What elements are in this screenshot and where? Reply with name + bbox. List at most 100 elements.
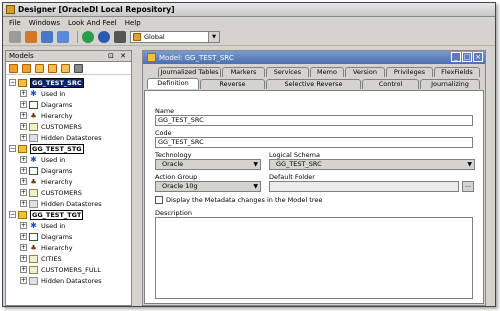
tab-selective-reverse[interactable]: Selective Reverse (266, 79, 361, 89)
technology-select[interactable]: Oracle ▼ (155, 159, 261, 170)
tree-item[interactable]: + ✱ Used in (20, 154, 65, 165)
expand-icon[interactable]: + (20, 178, 27, 185)
maximize-icon[interactable]: □ (462, 52, 472, 62)
expand-icon[interactable]: + (20, 244, 27, 251)
operator-icon[interactable] (57, 31, 69, 43)
insert-model-icon[interactable] (22, 63, 31, 73)
insert-diagram-icon[interactable] (48, 63, 57, 73)
datastore-icon (29, 265, 38, 274)
refresh-icon[interactable] (82, 31, 94, 43)
minimize-icon[interactable]: _ (451, 52, 461, 62)
expand-icon[interactable]: + (20, 200, 27, 207)
run-icon[interactable] (25, 31, 37, 43)
panel-controls[interactable]: ⊡ ✕ (108, 52, 128, 60)
hierarchy-icon: ♣ (30, 111, 37, 120)
close-icon[interactable]: × (473, 52, 483, 62)
default-folder-field[interactable] (269, 181, 459, 192)
tree-item[interactable]: + CITIES (20, 253, 62, 264)
tree-item-label: Hierarchy (41, 111, 73, 120)
tree-item[interactable]: + Hidden Datastores (20, 132, 101, 143)
context-select[interactable]: Global ▼ (130, 31, 220, 43)
model-icon (18, 144, 27, 153)
description-textarea[interactable] (155, 217, 473, 299)
display-metadata-checkbox[interactable] (155, 196, 163, 204)
expand-icon[interactable]: + (20, 277, 27, 284)
tree-item-label: CUSTOMERS (41, 122, 82, 131)
expand-icon[interactable]: + (20, 101, 27, 108)
browse-folder-button[interactable]: … (462, 181, 474, 192)
tree-item[interactable]: + Hidden Datastores (20, 275, 101, 286)
expand-icon[interactable]: + (20, 255, 27, 262)
topology-icon[interactable] (41, 31, 53, 43)
expand-icon[interactable]: + (20, 90, 27, 97)
expand-icon[interactable]: + (20, 112, 27, 119)
tab-version[interactable]: Version (345, 67, 385, 77)
tree-item[interactable]: + ✱ Used in (20, 220, 65, 231)
name-field[interactable]: GG_TEST_SRC (155, 115, 473, 126)
insert-submodel-icon[interactable] (61, 63, 70, 73)
tree-item-label: Hidden Datastores (41, 133, 102, 142)
tree-item[interactable]: + Diagrams (20, 99, 72, 110)
collapse-icon[interactable]: − (9, 79, 16, 86)
tree-item[interactable]: + CUSTOMERS (20, 121, 82, 132)
code-field[interactable]: GG_TEST_SRC (155, 137, 473, 148)
tab-memo[interactable]: Memo (310, 67, 344, 77)
expand-icon[interactable]: + (20, 222, 27, 229)
tree-item[interactable]: + Diagrams (20, 165, 72, 176)
toolbar-separator (77, 31, 78, 43)
tab-definition[interactable]: Definition (147, 78, 199, 89)
datastore-icon (29, 188, 38, 197)
tree-item-label: Used in (41, 221, 66, 230)
insert-datastore-icon[interactable] (35, 63, 44, 73)
tree-model-row[interactable]: − GG_TEST_TGT (9, 209, 84, 220)
tab-services[interactable]: Services (266, 67, 309, 77)
tree-item[interactable]: + CUSTOMERS (20, 187, 82, 198)
expand-icon[interactable]: + (20, 167, 27, 174)
logical-schema-select[interactable]: GG_TEST_SRC ▼ (269, 159, 475, 170)
menu-look-and-feel[interactable]: Look And Feel (68, 19, 117, 27)
tree-model-row[interactable]: − GG_TEST_SRC (9, 77, 84, 88)
action-group-select[interactable]: Oracle 10g ▼ (155, 181, 261, 192)
hierarchy-icon: ♣ (30, 177, 37, 186)
help-icon[interactable] (98, 31, 110, 43)
tab-journalizing[interactable]: Journalizing (420, 79, 480, 89)
chevron-down-icon[interactable]: ▼ (208, 32, 219, 42)
tree-item-label: Diagrams (41, 166, 73, 175)
models-panel-title: Models (9, 52, 34, 60)
tree-item[interactable]: + Hidden Datastores (20, 198, 101, 209)
expand-icon[interactable]: + (20, 266, 27, 273)
tree-item-label: Diagrams (41, 232, 73, 241)
tree-item[interactable]: + Diagrams (20, 231, 72, 242)
collapse-icon[interactable]: − (9, 211, 16, 218)
expand-icon[interactable]: + (20, 123, 27, 130)
menu-windows[interactable]: Windows (29, 19, 60, 27)
collapse-icon[interactable]: − (9, 145, 16, 152)
expand-icon[interactable]: + (20, 189, 27, 196)
used-in-icon: ✱ (30, 220, 37, 230)
menu-file[interactable]: File (9, 19, 21, 27)
tree-item[interactable]: + ♣ Hierarchy (20, 176, 72, 187)
menu-help[interactable]: Help (125, 19, 141, 27)
tab-control[interactable]: Control (362, 79, 419, 89)
expand-icon[interactable]: + (20, 156, 27, 163)
tab-flexfields[interactable]: FlexFields (434, 67, 480, 77)
expand-icon[interactable]: + (20, 134, 27, 141)
tree-model-row[interactable]: − GG_TEST_STG (9, 143, 84, 154)
tab-markers[interactable]: Markers (222, 67, 265, 77)
insert-model-folder-icon[interactable] (9, 63, 18, 73)
hierarchy-icon: ♣ (30, 243, 37, 252)
delete-icon[interactable] (74, 63, 83, 73)
tab-privileges[interactable]: Privileges (386, 67, 433, 77)
hidden-datastores-icon (29, 133, 38, 142)
tab-journalized-tables[interactable]: Journalized Tables (158, 67, 221, 77)
open-icon[interactable] (9, 31, 21, 43)
tab-reverse[interactable]: Reverse (200, 79, 265, 89)
tree-item-label: Hierarchy (41, 177, 73, 186)
tree-item[interactable]: + ✱ Used in (20, 88, 65, 99)
expand-icon[interactable]: + (20, 233, 27, 240)
tree-item[interactable]: + ♣ Hierarchy (20, 110, 72, 121)
tree-item[interactable]: + CUSTOMERS_FULL (20, 264, 101, 275)
model-icon (147, 53, 156, 62)
binoculars-icon[interactable] (114, 31, 126, 43)
tree-item[interactable]: + ♣ Hierarchy (20, 242, 72, 253)
